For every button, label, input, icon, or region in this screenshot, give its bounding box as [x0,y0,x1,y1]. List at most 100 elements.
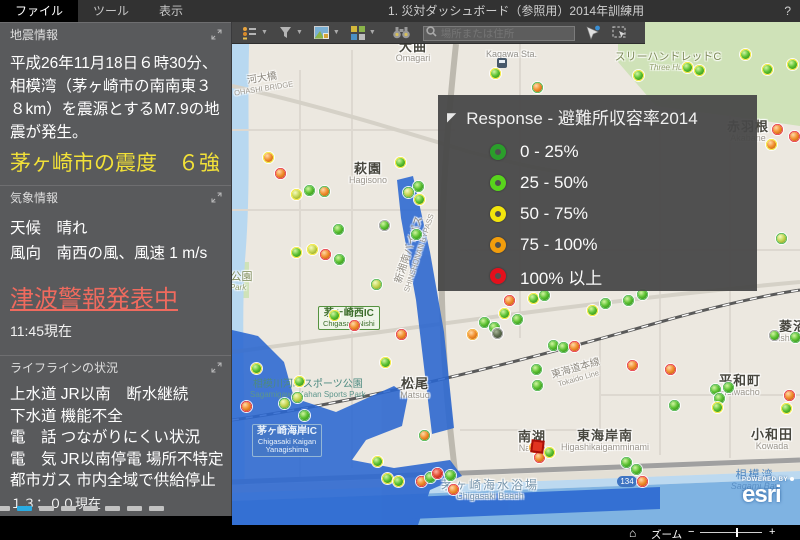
pagination-dash[interactable] [61,506,76,511]
select-pointer-button[interactable] [585,25,601,40]
shelter-marker[interactable] [631,464,642,475]
shelter-marker[interactable] [539,290,550,301]
legend-header[interactable]: ◤ Response - 避難所収容率2014 [438,95,757,129]
shelter-marker[interactable] [413,181,424,192]
shelter-marker[interactable] [414,194,425,205]
shelter-marker[interactable] [772,124,783,135]
shelter-marker[interactable] [789,131,800,142]
shelter-marker[interactable] [712,402,723,413]
shelter-marker[interactable] [665,364,676,375]
shelter-marker[interactable] [307,244,318,255]
shelter-marker[interactable] [411,229,422,240]
gallery-tool-button[interactable]: ▼ [351,26,376,40]
shelter-marker[interactable] [787,59,798,70]
zoom-slider-handle[interactable] [736,528,738,537]
shelter-marker[interactable] [419,430,430,441]
shelter-marker[interactable] [380,357,391,368]
shelter-marker[interactable] [490,68,501,79]
shelter-marker[interactable] [291,247,302,258]
shelter-marker[interactable] [558,342,569,353]
pagination-dash[interactable] [39,506,54,511]
home-extent-button[interactable]: ⌂ [629,526,636,540]
shelter-marker[interactable] [379,220,390,231]
shelter-marker[interactable] [396,329,407,340]
shelter-marker[interactable] [769,330,780,341]
help-button[interactable]: ? [784,0,791,22]
shelter-marker[interactable] [528,293,539,304]
shelter-marker[interactable] [371,279,382,290]
shelter-marker[interactable] [448,484,459,495]
shelter-marker[interactable] [784,390,795,401]
filter-tool-button[interactable]: ▼ [279,26,303,39]
shelter-marker[interactable] [532,82,543,93]
pagination-dash[interactable] [105,506,120,511]
shelter-marker[interactable] [241,401,252,412]
menu-view[interactable]: 表示 [144,0,198,22]
expand-icon[interactable] [211,29,222,40]
shelter-marker[interactable] [393,476,404,487]
shelter-marker[interactable] [432,468,443,479]
shelter-marker[interactable] [600,298,611,309]
shelter-marker[interactable] [304,185,315,196]
shelter-marker[interactable] [372,456,383,467]
marquee-select-button[interactable] [612,26,627,39]
shelter-marker[interactable] [382,473,393,484]
pagination-dash[interactable] [83,506,98,511]
shelter-marker[interactable] [275,168,286,179]
shelter-marker[interactable] [279,398,290,409]
shelter-marker[interactable] [349,320,360,331]
shelter-marker[interactable] [781,403,792,414]
zoom-slider-track[interactable] [700,532,762,533]
pagination-dash[interactable] [17,506,32,511]
shelter-marker[interactable] [762,64,773,75]
shelter-marker[interactable] [723,382,734,393]
expand-icon[interactable] [211,362,222,373]
shelter-marker[interactable] [633,70,644,81]
shelter-marker[interactable] [504,295,515,306]
shelter-marker[interactable] [637,476,648,487]
zoom-in-button[interactable]: + [769,526,775,538]
shelter-marker[interactable] [492,328,503,339]
shelter-marker[interactable] [294,376,305,387]
shelter-marker[interactable] [682,62,693,73]
pagination-dash[interactable] [127,506,142,511]
shelter-marker[interactable] [292,392,303,403]
shelter-marker[interactable] [621,457,632,468]
shelter-marker[interactable] [299,410,310,421]
shelter-marker[interactable] [548,340,559,351]
shelter-marker[interactable] [320,249,331,260]
legend-tool-button[interactable]: ▼ [242,26,268,40]
shelter-marker[interactable] [694,65,705,76]
shelter-marker[interactable] [531,364,542,375]
basemap-tool-button[interactable]: ▼ [314,26,340,39]
shelter-marker[interactable] [395,157,406,168]
shelter-marker[interactable] [291,189,302,200]
shelter-marker[interactable] [532,380,543,391]
shelter-marker[interactable] [569,341,580,352]
shelter-marker[interactable] [544,447,555,458]
shelter-marker[interactable] [334,254,345,265]
shelter-marker[interactable] [766,139,777,150]
shelter-marker[interactable] [790,332,800,343]
pagination-dash[interactable] [0,506,10,511]
shelter-marker[interactable] [319,186,330,197]
zoom-out-button[interactable]: − [688,526,694,538]
shelter-marker[interactable] [499,308,510,319]
shelter-marker[interactable] [251,363,262,374]
shelter-marker[interactable] [403,187,414,198]
shelter-marker[interactable] [627,360,638,371]
shelter-marker[interactable] [776,233,787,244]
menu-tools[interactable]: ツール [78,0,144,22]
expand-icon[interactable] [211,192,222,203]
shelter-marker[interactable] [445,470,456,481]
menu-file[interactable]: ファイル [0,0,78,22]
pagination-dash[interactable] [149,506,164,511]
find-tool-button[interactable] [393,26,410,39]
shelter-marker[interactable] [740,49,751,60]
shelter-marker[interactable] [669,400,680,411]
shelter-marker[interactable] [333,224,344,235]
shelter-marker[interactable] [263,152,274,163]
shelter-marker[interactable] [479,317,490,328]
shelter-marker[interactable] [329,310,340,321]
search-input[interactable] [423,26,575,41]
